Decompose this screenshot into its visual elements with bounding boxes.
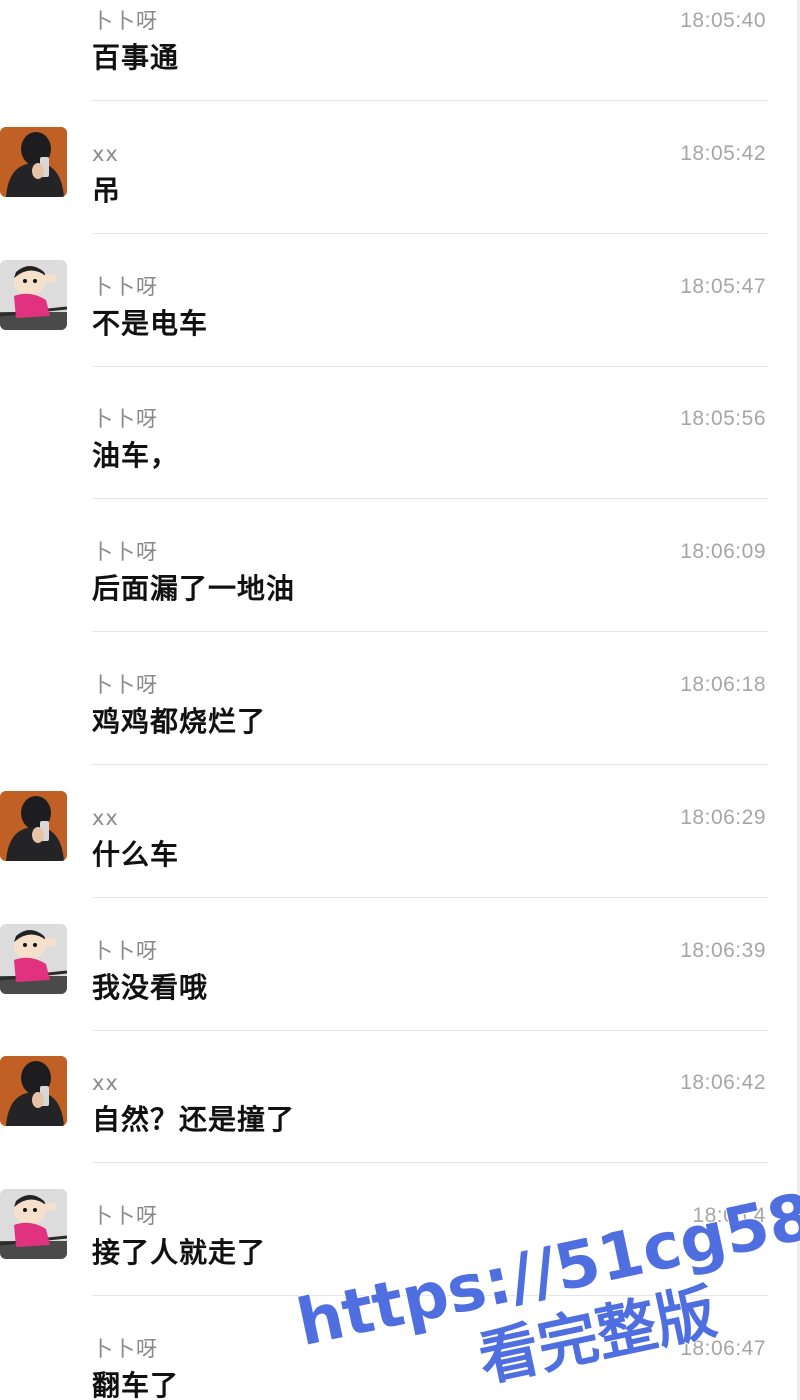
chat-message[interactable]: 卜卜呀 18:05:56 油车，	[0, 266, 800, 500]
chat-message[interactable]: xx 18:05:42 吊	[0, 1, 800, 234]
chat-message[interactable]: xx 18:06:42 自然？还是撞了	[0, 930, 800, 1164]
chat-message[interactable]: 卜卜呀 18:06:09 后面漏了一地油	[0, 399, 800, 633]
chat-history[interactable]: 卜卜呀 18:05:40 百事通 xx 18:05:42 吊卜卜呀 18:05:47 不是电车…	[0, 0, 800, 1400]
chat-message[interactable]: 卜卜呀 18:06:4 接了人就走了	[0, 1063, 800, 1297]
chat-message[interactable]: 卜卜呀 18:06:39 我没看哦	[0, 798, 800, 1031]
message-time: 18:06:47	[680, 1337, 766, 1360]
chat-message[interactable]: xx 18:06:29 什么车	[0, 665, 800, 898]
chat-message[interactable]: 卜卜呀 18:05:47 不是电车	[0, 134, 800, 367]
message-text: 翻车了	[92, 1369, 180, 1400]
sender-name: 卜卜呀	[92, 1337, 158, 1361]
chat-message[interactable]: 卜卜呀 18:06:18 鸡鸡都烧烂了	[0, 532, 800, 765]
chat-message[interactable]: 卜卜呀 18:06:47 翻车了	[0, 1196, 800, 1400]
